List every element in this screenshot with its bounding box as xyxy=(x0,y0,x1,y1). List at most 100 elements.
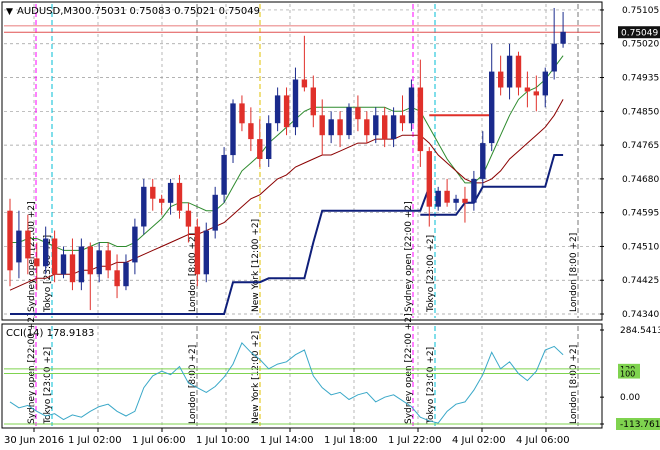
session-label: London [8:00 +2] xyxy=(569,233,579,312)
candle-body[interactable] xyxy=(248,123,254,140)
session-label-cci: London [8:00 +2] xyxy=(569,345,579,424)
cci-panel-frame[interactable] xyxy=(1,323,603,429)
time-tick-label: 4 Jul 02:00 xyxy=(452,435,506,446)
price-tick-label: 0.74850 xyxy=(622,107,659,117)
symbol-label: AUDUSD,M30 xyxy=(17,6,85,17)
candle-body[interactable] xyxy=(435,190,441,207)
candle-body[interactable] xyxy=(453,198,459,203)
candle-body[interactable] xyxy=(87,246,93,275)
candle-body[interactable] xyxy=(239,103,245,124)
candle-body[interactable] xyxy=(69,254,76,283)
session-label: New York [12:00 +2] xyxy=(251,219,261,312)
trading-chart[interactable]: Sydney open [22:00 +2]Sydney open [22:00… xyxy=(0,0,660,450)
candle-body[interactable] xyxy=(266,123,272,159)
price-tick-label: 0.74765 xyxy=(622,141,659,151)
candle-body[interactable] xyxy=(123,262,129,287)
candle-body[interactable] xyxy=(471,178,477,203)
candle-body[interactable] xyxy=(114,270,120,287)
cci-level-tag-label: 100 xyxy=(620,370,635,379)
candle-body[interactable] xyxy=(346,107,352,136)
cci-axis-label: 284.5413 xyxy=(620,326,660,336)
price-tick-label: 0.74680 xyxy=(622,175,659,185)
candle-body[interactable] xyxy=(16,230,22,263)
candle-body[interactable] xyxy=(337,119,343,136)
candle-body[interactable] xyxy=(141,186,147,227)
candle-body[interactable] xyxy=(150,186,156,199)
candle-body[interactable] xyxy=(390,115,397,140)
candle-body[interactable] xyxy=(283,95,290,128)
candle-body[interactable] xyxy=(51,238,58,275)
candle-body[interactable] xyxy=(417,87,424,152)
cci-axis-label: -113.761 xyxy=(620,420,660,430)
candle-body[interactable] xyxy=(399,115,406,124)
session-label-cci: New York [12:00 +2] xyxy=(251,331,261,424)
candle-body[interactable] xyxy=(328,119,334,136)
candle-body[interactable] xyxy=(185,210,192,227)
session-label-cci: London [8:00 +2] xyxy=(188,345,198,424)
candle-body[interactable] xyxy=(364,119,370,136)
candle-body[interactable] xyxy=(524,87,531,92)
price-tick-label: 0.74935 xyxy=(622,74,659,84)
time-tick-label: 1 Jul 10:00 xyxy=(196,435,250,446)
time-axis[interactable]: 30 Jun 2016 1 Jul 02:00 1 Jul 06:00 1 Jul 1… xyxy=(4,428,570,446)
candle-body[interactable] xyxy=(551,43,557,72)
candle-body[interactable] xyxy=(221,155,227,195)
candle-body[interactable] xyxy=(506,55,513,88)
candle-body[interactable] xyxy=(310,87,316,116)
candle-body[interactable] xyxy=(176,182,183,211)
cci-axis-label: 0.00 xyxy=(620,393,640,403)
cci-axis[interactable]: 284.54130.00-113.761120100 xyxy=(600,326,660,430)
time-tick-label: 30 Jun 2016 xyxy=(4,435,64,446)
candle-body[interactable] xyxy=(533,91,539,96)
time-tick-label: 1 Jul 18:00 xyxy=(324,435,378,446)
candle-body[interactable] xyxy=(274,95,281,124)
candle-body[interactable] xyxy=(560,31,566,44)
candle-body[interactable] xyxy=(203,230,209,275)
candle-body[interactable] xyxy=(319,115,325,136)
candle-body[interactable] xyxy=(212,194,218,231)
current-price-label: 0.75049 xyxy=(621,29,658,39)
candle-body[interactable] xyxy=(373,115,379,136)
candle-body[interactable] xyxy=(25,230,31,259)
time-tick-label: 1 Jul 02:00 xyxy=(68,435,122,446)
candle-body[interactable] xyxy=(542,71,548,96)
price-tick-label: 0.74595 xyxy=(622,209,659,219)
candle-body[interactable] xyxy=(34,258,40,267)
candle-body[interactable] xyxy=(78,246,85,283)
price-tick-label: 0.74510 xyxy=(622,242,659,252)
candle-body[interactable] xyxy=(489,71,495,144)
candle-body[interactable] xyxy=(43,238,49,267)
session-label: Tokyo [23:00 +2] xyxy=(426,235,436,313)
candle-body[interactable] xyxy=(257,139,263,159)
candle-body[interactable] xyxy=(105,250,111,271)
candle-body[interactable] xyxy=(7,210,13,271)
candle-body[interactable] xyxy=(355,107,361,120)
price-tick-label: 0.75020 xyxy=(622,40,659,50)
candle-body[interactable] xyxy=(301,79,308,88)
candle-body[interactable] xyxy=(426,151,432,207)
candle-body[interactable] xyxy=(382,115,388,140)
candle-body[interactable] xyxy=(462,198,468,203)
candle-body[interactable] xyxy=(515,55,522,88)
candle-body[interactable] xyxy=(167,182,174,203)
cci-label: CCI(14) 178.9183 xyxy=(6,328,94,339)
dropdown-triangle-icon[interactable]: ▼ xyxy=(6,7,13,17)
ohlc-values: 0.75031 0.75083 0.75021 0.75049 xyxy=(85,6,260,17)
candle-body[interactable] xyxy=(444,190,450,203)
time-tick-label: 1 Jul 14:00 xyxy=(260,435,314,446)
candle-body[interactable] xyxy=(194,226,201,275)
time-tick-label: 4 Jul 06:00 xyxy=(516,435,570,446)
price-tick-label: 0.74340 xyxy=(622,310,659,320)
candle-body[interactable] xyxy=(498,71,504,88)
candle-body[interactable] xyxy=(230,103,236,156)
time-tick-label: 1 Jul 22:00 xyxy=(388,435,442,446)
price-axis[interactable]: 0.75105 0.75020 0.74935 0.74850 0.74765 0.746… xyxy=(600,6,660,320)
candle-body[interactable] xyxy=(408,87,415,124)
candle-body[interactable] xyxy=(292,79,299,128)
candle-body[interactable] xyxy=(480,143,486,179)
candle-body[interactable] xyxy=(60,254,67,275)
candle-body[interactable] xyxy=(159,198,165,203)
candle-body[interactable] xyxy=(96,250,102,275)
time-tick-label: 1 Jul 06:00 xyxy=(132,435,186,446)
candle-body[interactable] xyxy=(132,226,138,263)
